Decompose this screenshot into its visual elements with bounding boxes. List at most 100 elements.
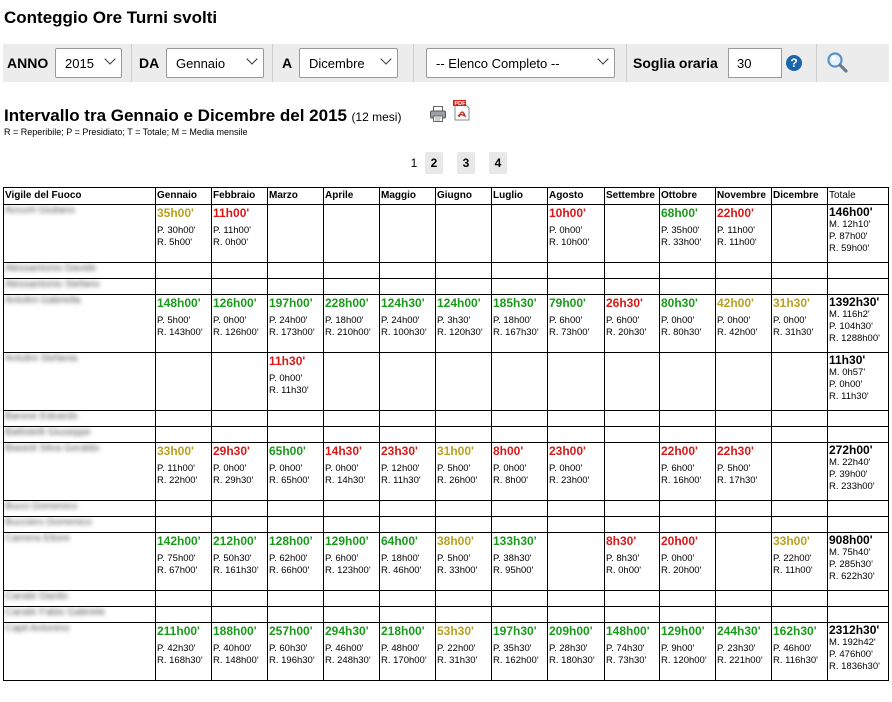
a-month-select[interactable]: Dicembre [299,48,398,78]
help-icon[interactable]: ? [786,55,802,71]
month-hours: 257h00' [269,624,313,638]
report-months-count: (12 mesi) [351,110,402,124]
month-reperibile: R. 0h00' [213,237,249,248]
month-cell [267,410,324,427]
month-cell [771,262,828,279]
total-reperibile: R. 622h30' [829,571,875,582]
month-cell [323,590,380,607]
month-reperibile: R. 95h00' [493,565,534,576]
month-cell: 124h00' P. 3h30' R. 120h30' [435,294,492,353]
printer-icon[interactable] [429,105,447,123]
month-presidiato: P. 6h00' [549,315,583,326]
month-reperibile: R. 33h00' [661,237,702,248]
month-cell [323,426,380,443]
page-link-3[interactable]: 3 [457,152,475,174]
month-cell [771,516,828,533]
month-cell [771,410,828,427]
table-row: Capil Antonino 211h00' P. 42h30' R. 168h30'… [3,622,889,681]
month-cell: 26h30' P. 6h00' R. 20h30' [604,294,660,353]
month-cell [211,410,268,427]
total-reperibile: R. 1836h30' [829,661,880,672]
pdf-icon[interactable]: PDF [452,99,472,121]
separator [413,44,414,82]
month-cell [267,500,324,517]
total-cell: 272h00' M. 22h40' P. 39h00' R. 233h00' [827,442,889,501]
month-cell [267,278,324,295]
da-month-select[interactable]: Gennaio [166,48,264,78]
operator-name-cell: Antolini Gabriella [3,294,156,353]
month-cell [604,204,660,263]
page-link-4[interactable]: 4 [489,152,507,174]
month-reperibile: R. 168h30' [157,655,203,666]
chevron-down-icon [104,53,116,65]
operator-name-cell: Battistelli Giuseppe [3,426,156,443]
elenco-select-value: -- Elenco Completo -- [436,56,560,71]
search-button[interactable] [819,44,857,82]
month-cell: 148h00' P. 74h30' R. 73h30' [604,622,660,681]
month-reperibile: R. 148h00' [213,655,259,666]
operator-name: Antolini Gabriella [5,295,81,307]
month-reperibile: R. 80h30' [661,327,702,338]
total-reperibile: R. 11h30' [829,391,869,402]
month-cell [715,532,772,591]
month-reperibile: R. 126h00' [213,327,259,338]
anno-select[interactable]: 2015 [55,48,122,78]
month-cell: 133h30' P. 38h30' R. 95h00' [491,532,548,591]
month-cell [323,278,380,295]
month-cell: 11h00' P. 11h00' R. 0h00' [211,204,268,263]
total-presidiato: P. 104h30' [829,321,873,332]
table-row: Accurti Giuliano 35h00' P. 30h00' R. 5h00' 1… [3,204,889,263]
month-cell [435,606,492,623]
month-cell [211,516,268,533]
month-presidiato: P. 8h30' [606,553,640,564]
month-cell [155,500,212,517]
month-cell: 209h00' P. 28h30' R. 180h30' [547,622,605,681]
month-reperibile: R. 196h30' [269,655,315,666]
month-cell [211,426,268,443]
month-reperibile: R. 65h00' [269,475,310,486]
month-cell [715,590,772,607]
month-reperibile: R. 10h00' [549,237,590,248]
a-label: A [282,55,293,71]
month-presidiato: P. 0h00' [325,463,359,474]
month-presidiato: P. 30h00' [157,225,196,236]
month-cell: 64h00' P. 18h00' R. 46h00' [379,532,436,591]
month-hours: 212h00' [213,534,257,548]
total-cell [827,410,889,427]
table-row: Biasioli Silva Geraldo 33h00' P. 11h00' R. … [3,442,889,501]
month-cell [211,262,268,279]
month-hours: 80h30' [661,296,698,310]
month-presidiato: P. 5h00' [437,463,471,474]
month-cell: 218h00' P. 48h00' R. 170h00' [379,622,436,681]
month-hours: 35h00' [157,206,194,220]
month-cell [323,606,380,623]
month-cell [547,410,605,427]
month-cell [547,532,605,591]
page-link-2[interactable]: 2 [425,152,443,174]
total-media: M. 116h2' [829,309,870,320]
month-cell: 188h00' P. 40h00' R. 148h00' [211,622,268,681]
month-presidiato: P. 60h30' [269,643,308,654]
month-cell [379,262,436,279]
month-presidiato: P. 62h00' [269,553,308,564]
month-cell [379,590,436,607]
month-presidiato: P. 75h00' [157,553,196,564]
month-cell [771,278,828,295]
month-reperibile: R. 31h30' [437,655,478,666]
total-hours: 1392h30' [829,295,880,310]
month-presidiato: P. 23h30' [717,643,756,654]
month-presidiato: P. 22h00' [437,643,476,654]
month-hours: 211h00' [157,624,200,638]
month-cell [604,500,660,517]
month-cell [659,352,716,411]
month-hours: 23h00' [549,444,586,458]
month-cell [435,500,492,517]
month-cell [771,426,828,443]
month-hours: 22h00' [717,206,754,220]
hours-table: Vigile del Fuoco Gennaio Febbraio Marzo Apri… [3,187,889,681]
month-cell [155,410,212,427]
month-reperibile: R. 16h00' [661,475,702,486]
table-row: Alessantonio Stefano [3,278,889,295]
soglia-oraria-input[interactable]: 30 [728,48,782,78]
elenco-select[interactable]: -- Elenco Completo -- [426,48,615,78]
